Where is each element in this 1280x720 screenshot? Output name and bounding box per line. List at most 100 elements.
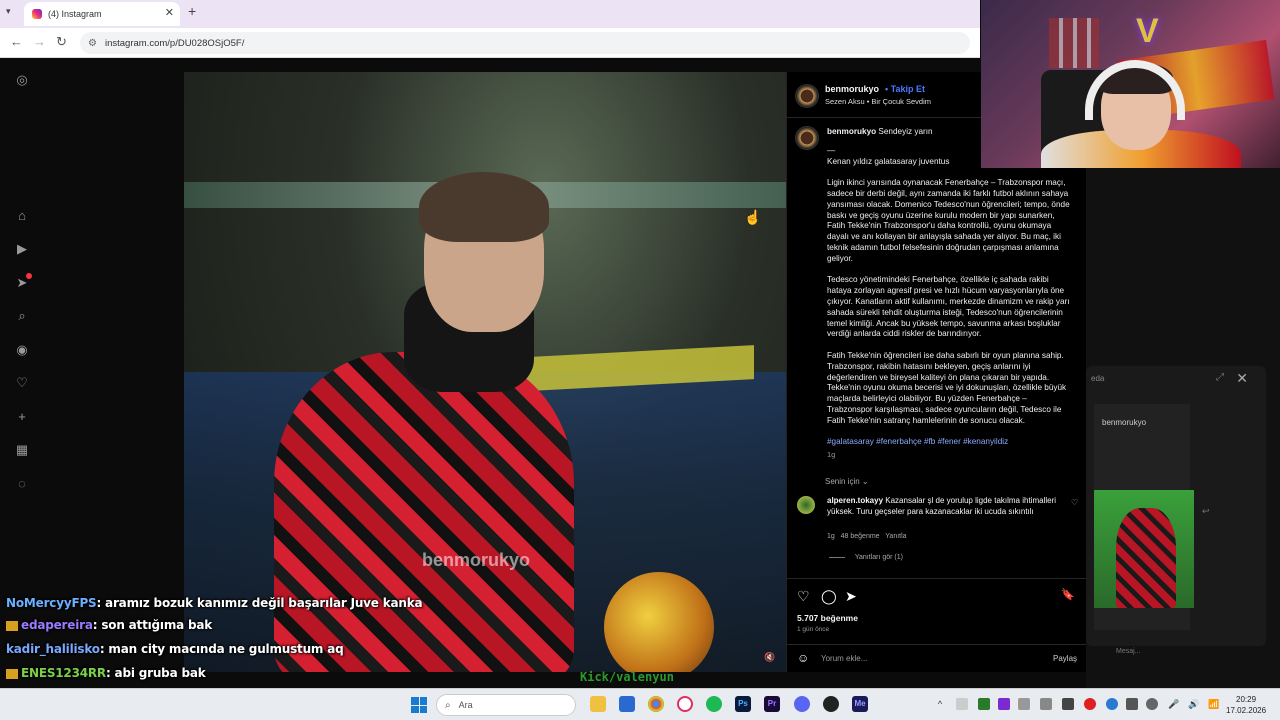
post-caption: benmorukyo Sendeyiz yarın — Kenan yıldız… — [827, 127, 1072, 472]
comment-meta: 1g 48 beğenme Yanıtla — [827, 533, 907, 540]
create-icon[interactable]: + — [12, 407, 32, 427]
subscriber-badge-icon — [6, 668, 18, 679]
chat-message: edapereira: son attığıma bak — [6, 618, 212, 632]
comment-sort-dropdown[interactable]: Senin için ⌄ — [825, 477, 869, 486]
commenter-avatar[interactable] — [797, 496, 815, 514]
meta-icon[interactable]: ◌ — [12, 474, 32, 494]
start-button[interactable] — [411, 697, 427, 713]
post-video[interactable]: benmorukyo 🔇 — [184, 72, 786, 672]
screen: ▾ (4) Instagram ✕ + ← → ↻ ⚙ instagram.co… — [0, 0, 1280, 720]
message-input[interactable]: Mesaj... — [1116, 648, 1141, 655]
post-date: 1 gün önce — [797, 626, 830, 633]
emoji-icon[interactable]: ☺ — [797, 651, 809, 665]
forward-button[interactable]: → — [33, 34, 46, 49]
back-button[interactable]: ← — [10, 34, 23, 49]
chat-username: ENES1234RR — [21, 666, 106, 680]
messages-icon[interactable]: ➤ — [12, 273, 32, 293]
tray-app-icon-1[interactable] — [956, 698, 968, 710]
taskbar-clock[interactable]: 20:29 17.02.2026 — [1226, 694, 1266, 716]
tray-app-icon-3[interactable] — [1018, 698, 1030, 710]
shared-post-user: benmorukyo — [1102, 418, 1147, 427]
caption-username[interactable]: benmorukyo — [827, 127, 876, 136]
caption-paragraph-3: Fatih Tekke'nin öğrencileri ise daha sab… — [827, 350, 1067, 425]
comment-likes[interactable]: 48 beğenme — [841, 533, 880, 540]
webcam-overlay: V — [981, 0, 1280, 168]
comment-reply-button[interactable]: Yanıtla — [885, 533, 906, 540]
caption-avatar[interactable] — [795, 126, 819, 150]
messages-close-icon[interactable]: ✕ — [1236, 370, 1248, 387]
comment-like-icon[interactable]: ♡ — [1071, 498, 1078, 507]
like-count[interactable]: 5.707 beğenme — [797, 613, 858, 623]
comment-icon[interactable]: ◯ — [821, 588, 837, 605]
chrome-icon[interactable] — [648, 696, 664, 712]
windows-taskbar: ⌕ Ara Ps Pr Me ^ 🎤 🔊 📶 20:29 17.02.2026 — [0, 688, 1280, 720]
tray-app-icon-4[interactable] — [1040, 698, 1052, 710]
author-avatar[interactable] — [795, 84, 819, 108]
file-explorer-icon[interactable] — [590, 696, 606, 712]
discord-icon[interactable] — [794, 696, 810, 712]
home-icon[interactable]: ⌂ — [12, 206, 32, 226]
spotify-icon[interactable] — [706, 696, 722, 712]
chat-message: ENES1234RR: abi gruba bak — [6, 666, 206, 680]
reels-icon[interactable]: ▶ — [12, 239, 32, 259]
tab-search-icon[interactable]: ▾ — [6, 6, 11, 17]
volume-icon[interactable]: 🔊 — [1188, 698, 1200, 710]
taskbar-search[interactable]: ⌕ Ara — [436, 694, 576, 716]
view-replies-button[interactable]: Yanıtları gör (1) — [829, 554, 903, 561]
new-tab-button[interactable]: + — [188, 3, 196, 19]
site-info-icon[interactable]: ⚙ — [88, 38, 97, 49]
post-actions: ♡ ◯ ➤ 🔖 — [797, 588, 1077, 606]
messages-popup-title: eda — [1091, 374, 1105, 383]
steam-icon[interactable] — [1106, 698, 1118, 710]
follow-button[interactable]: • Takip Et — [885, 84, 925, 94]
video-ball — [604, 572, 714, 672]
caption-paragraph-1: Ligin ikinci yarısında oynanacak Fenerba… — [827, 178, 1070, 263]
search-icon[interactable]: ⌕ — [12, 306, 32, 326]
instagram-logo-icon[interactable]: ◎ — [12, 70, 32, 90]
caption-hashtags[interactable]: #galatasaray #fenerbahçe #fb #fener #ken… — [827, 437, 1072, 448]
tray-app-icon-7[interactable] — [1146, 698, 1158, 710]
shared-post-card[interactable] — [1094, 404, 1194, 630]
tab-close-icon[interactable]: ✕ — [165, 6, 174, 19]
tray-overflow-icon[interactable]: ^ — [934, 698, 946, 710]
network-icon[interactable]: 📶 — [1208, 698, 1220, 710]
media-encoder-icon[interactable]: Me — [852, 696, 868, 712]
author-username[interactable]: benmorukyo — [825, 84, 879, 94]
comment-input[interactable]: Yorum ekle... — [821, 654, 867, 663]
reply-icon[interactable]: ↩ — [1202, 506, 1210, 517]
address-bar[interactable]: ⚙ instagram.com/p/DU028OSjO5F/ — [80, 32, 970, 54]
photoshop-icon[interactable]: Ps — [735, 696, 751, 712]
record-icon[interactable] — [1084, 698, 1096, 710]
dashboard-icon[interactable]: ▦ — [12, 440, 32, 460]
onenote-icon[interactable] — [998, 698, 1010, 710]
subscriber-badge-icon — [6, 620, 18, 631]
caption-lead: Sendeyiz yarın — [878, 127, 933, 136]
explore-icon[interactable]: ◉ — [12, 340, 32, 360]
like-icon[interactable]: ♡ — [797, 588, 810, 605]
tray-app-icon-6[interactable] — [1126, 698, 1138, 710]
premiere-icon[interactable]: Pr — [764, 696, 780, 712]
share-icon[interactable]: ➤ — [845, 588, 857, 605]
store-icon[interactable] — [619, 696, 635, 712]
post-comment-button[interactable]: Paylaş — [1053, 654, 1077, 663]
save-icon[interactable]: 🔖 — [1061, 588, 1075, 601]
chat-message: NoMercyyFPS: aramız bozuk kanımız değil … — [6, 596, 423, 610]
player-jersey — [274, 352, 574, 672]
comment-username[interactable]: alperen.tokayy — [827, 496, 883, 505]
notifications-icon[interactable]: ♡ — [12, 373, 32, 393]
opera-icon[interactable] — [677, 696, 693, 712]
obs-icon[interactable] — [823, 696, 839, 712]
replies-line — [829, 556, 845, 558]
shared-post-thumbnail — [1094, 490, 1194, 608]
tray-app-icon-2[interactable] — [978, 698, 990, 710]
expand-icon[interactable]: ⤢ — [1216, 372, 1224, 383]
messages-popup: eda ⤢ ✕ benmorukyo ↩ Mesaj... — [1086, 366, 1266, 655]
browser-toolbar: ← → ↻ ⚙ instagram.com/p/DU028OSjO5F/ — [0, 28, 980, 58]
reload-button[interactable]: ↻ — [56, 34, 67, 50]
tray-app-icon-5[interactable] — [1062, 698, 1074, 710]
microphone-icon[interactable]: 🎤 — [1168, 698, 1180, 710]
mute-icon[interactable]: 🔇 — [764, 652, 775, 663]
chat-text: : man city macında ne gulmustum aq — [99, 642, 344, 656]
post-music[interactable]: Sezen Aksu • Bir Çocuk Sevdim — [825, 97, 931, 106]
browser-tab-instagram[interactable]: (4) Instagram ✕ — [24, 2, 180, 26]
